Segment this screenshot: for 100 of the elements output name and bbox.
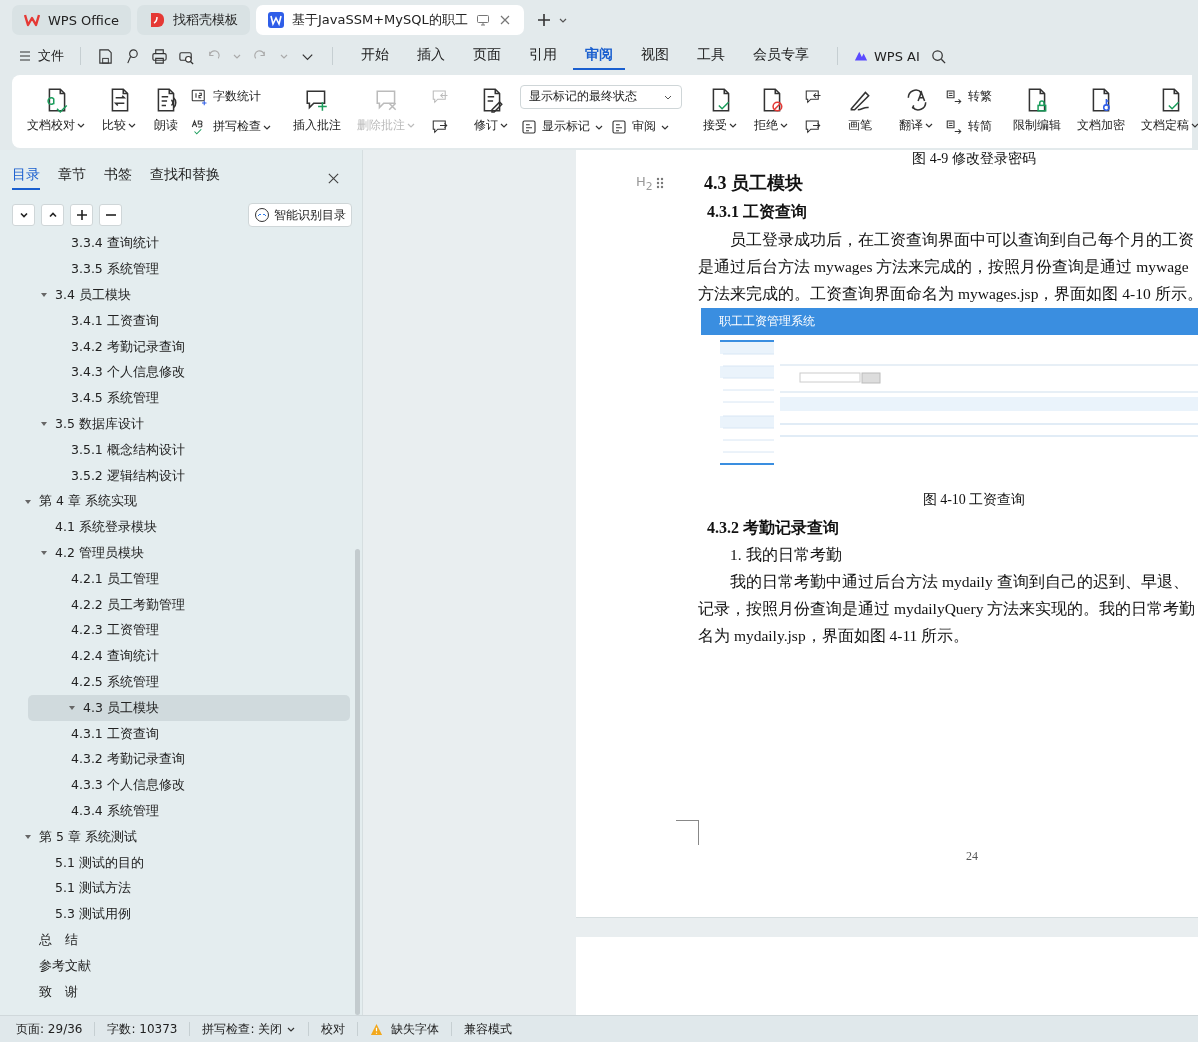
ribbon-button[interactable]: 字数统计 [190,84,272,109]
ribbon-button[interactable]: 翻译 [894,80,939,143]
outline-item[interactable]: 4.3.1 工资查询 [0,721,350,747]
outline-item[interactable]: 4.1 系统登录模块 [0,514,350,541]
spell-check-status-button[interactable]: 拼写检查: 关闭 [202,1020,297,1038]
file-menu-button[interactable]: 文件 [18,47,64,65]
outline-item[interactable]: 4.2.1 员工管理 [0,566,350,593]
ribbon-button[interactable]: 拒绝 [749,80,794,143]
ai-button[interactable]: WPS AI [854,48,920,64]
template-logo-icon [149,12,166,28]
ribbon-button[interactable]: 转简 [945,114,992,139]
outline-item[interactable]: 4.3.4 系统管理 [0,798,350,825]
document-tab[interactable]: 基于JavaSSM+MySQL的职工 [256,5,524,35]
outline-item[interactable]: 3.5 数据库设计 [0,411,350,438]
paragraph-line: 名为 mydaily.jsp，界面如图 4-11 所示。 [698,626,971,646]
ribbon-tab[interactable]: 开始 [349,42,401,70]
outline-item[interactable]: 3.5.1 概念结构设计 [0,437,350,464]
ribbon-button[interactable]: 接受 [698,80,743,143]
outline-item[interactable]: 4.2.2 员工考勤管理 [0,592,350,618]
markup-select[interactable]: 显示标记的最终状态 [520,84,682,109]
ribbon-button[interactable]: 审阅 [610,114,670,139]
outline-item[interactable]: 5.3 测试用例 [0,901,350,928]
ribbon-button[interactable]: 插入批注 [288,80,346,143]
ribbon-button[interactable]: 转繁 [945,84,992,109]
ai-logo-icon [854,49,868,63]
crop-mark [676,820,699,845]
ai-circle-icon [254,207,270,223]
document-tab[interactable]: 找稻壳模板 [137,5,251,35]
outline-item[interactable]: 4.3.3 个人信息修改 [0,772,350,799]
document-tab[interactable]: WPS Office [12,5,132,35]
panel-tab[interactable]: 书签 [104,166,132,190]
collapse-button[interactable] [12,204,35,226]
ribbon-button[interactable]: 文档加密 [1072,80,1130,143]
outline-item[interactable]: 4.2.4 查询统计 [0,643,350,670]
ribbon-button[interactable]: 限制编辑 [1008,80,1066,143]
plus-icon [75,209,88,221]
outline-item[interactable]: 4.2.5 系统管理 [0,669,350,696]
paragraph-line: 是通过后台方法 mywages 方法来完成的，按照月份查询是通过 mywage [698,257,1190,277]
ribbon-button[interactable]: 文档校对 [22,80,91,143]
ribbon-tab[interactable]: 引用 [517,42,569,70]
ribbon-button[interactable]: 显示标记 [520,114,604,139]
outline-item[interactable]: 3.4 员工模块 [0,282,350,309]
panel-tab[interactable]: 查找和替换 [150,166,220,190]
monitor-icon[interactable] [475,13,490,27]
ribbon-button[interactable]: 文档定稿 [1136,80,1198,143]
ribbon-tab[interactable]: 插入 [405,42,457,70]
outline-item[interactable]: 5.1 测试的目的 [0,850,350,876]
smart-toc-button[interactable]: 智能识别目录 [248,203,352,227]
panel-tab[interactable]: 章节 [58,166,86,190]
paragraph-line: 员工登录成功后，在工资查询界面中可以查询到自己每个月的工资 [729,230,1195,250]
search-icon[interactable] [929,47,947,65]
paragraph-line: 我的日常考勤中通过后台方法 mydaily 查询到自己的迟到、早退、 [729,572,1190,592]
outline-item[interactable]: 参考文献 [0,953,350,980]
outline-item[interactable]: 4.2 管理员模块 [0,540,350,567]
printer-icon[interactable] [151,47,168,65]
ribbon-tab[interactable]: 审阅 [573,42,625,70]
ribbon-tab[interactable]: 视图 [629,42,681,70]
outline-item[interactable]: 5.1 测试方法 [0,875,350,902]
counter-icon [190,87,208,106]
document-icon [520,117,538,136]
comment-arrow-left-icon [804,87,822,106]
remove-button[interactable] [99,204,122,226]
outline-item[interactable]: 3.3.5 系统管理 [0,256,350,283]
ribbon-tab[interactable]: 工具 [685,42,737,70]
ribbon-button[interactable]: 拼写检查 [190,114,272,139]
close-icon[interactable] [327,171,340,185]
new-tab-icon[interactable] [535,12,552,28]
outline-item[interactable]: 第 5 章 系统测试 [0,824,350,851]
caret-icon[interactable] [24,497,32,506]
wps-logo-icon [24,12,40,28]
status-text: 校对 [321,1020,346,1038]
outline-item[interactable]: 3.4.1 工资查询 [0,308,350,335]
drag-handle-icon[interactable] [656,177,664,189]
outline-item[interactable]: 3.4.3 个人信息修改 [0,360,350,386]
menu-icon [18,49,32,63]
outline-item[interactable]: 3.4.2 考勤记录查询 [0,334,350,360]
save-icon[interactable] [97,47,114,65]
ribbon-button[interactable]: 朗读 [148,80,184,143]
outline-item[interactable]: 4.3.2 考勤记录查询 [0,746,350,773]
outline-item[interactable]: 总 结 [0,927,350,954]
ribbon-button[interactable]: 比较 [97,80,142,143]
scrollbar-thumb[interactable] [355,549,360,1015]
missing-font-button[interactable]: 缺失字体 [370,1020,440,1038]
outline-item[interactable]: 3.3.4 查询统计 [0,231,350,257]
ribbon-tab[interactable]: 页面 [461,42,513,70]
outline-item[interactable]: 4.3 员工模块 [28,695,350,722]
outline-item[interactable]: 3.5.2 逻辑结构设计 [0,463,350,489]
outline-item[interactable]: 4.2.3 工资管理 [0,617,350,644]
outline-item[interactable]: 3.4.5 系统管理 [0,385,350,412]
ribbon-tab[interactable]: 会员专享 [741,42,821,70]
panel-icon [610,117,628,136]
ribbon-button[interactable]: 修订 [469,80,514,143]
panel-tab[interactable]: 目录 [12,166,40,190]
subsection-heading: 4.3.1 工资查询 [706,202,808,222]
add-button[interactable] [70,204,93,226]
outline-item[interactable]: 致 谢 [0,979,350,1005]
expand-button[interactable] [41,204,64,226]
outline-item[interactable]: 第 4 章 系统实现 [0,488,350,515]
paragraph-line: 记录，按照月份查询是通过 mydailyQuery 方法来实现的。我的日常考勤 [698,599,1197,619]
ribbon-button[interactable]: 画笔 [842,80,878,143]
